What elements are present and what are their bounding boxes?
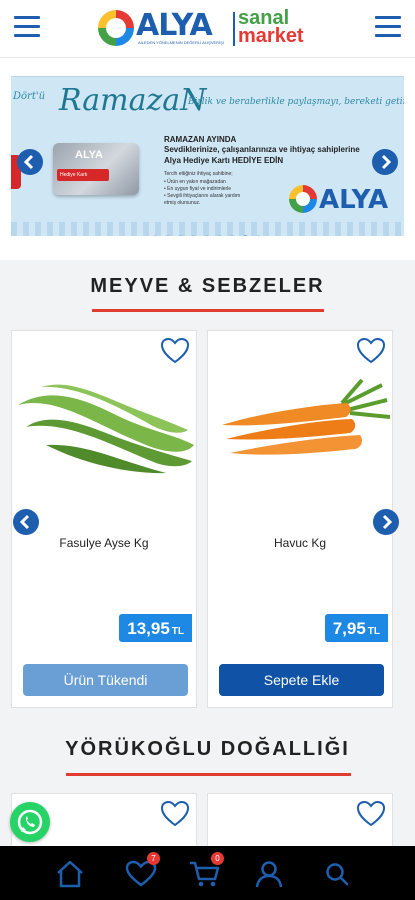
logo-market: market — [238, 25, 304, 47]
product-image-carrots[interactable] — [212, 375, 391, 475]
banner-line: Sevdiklerinize, çalışanlarınıza ve ihtiy… — [164, 145, 360, 154]
banner-note: • En uygun fiyat ve indirimlerle — [164, 186, 232, 192]
logo-text: ALYA — [136, 8, 213, 43]
banner-logo-text: ALYA — [319, 185, 389, 215]
banner-pattern — [11, 222, 404, 236]
logo-tagline: AİLEDEN YÖNELMENİN DEĞERLİ ALIŞVERİŞİ — [138, 40, 224, 45]
banner-heading: RAMAZAN AYINDA — [164, 135, 237, 144]
banner-slogan: Birlik ve beraberlikle paylaşmayı, berek… — [188, 97, 404, 107]
favorite-heart-icon[interactable] — [160, 337, 190, 365]
whatsapp-button[interactable] — [10, 802, 50, 842]
favorite-heart-icon[interactable] — [160, 800, 190, 828]
product-name[interactable]: Havuc Kg — [208, 536, 392, 550]
banner-note: Tercih ettiğiniz ihtiyaç sahibine; — [164, 171, 233, 177]
cart-badge: 0 — [211, 852, 224, 865]
section-underline — [66, 773, 351, 776]
products-prev-button[interactable] — [13, 509, 39, 535]
section-title: MEYVE & SEBZELER — [90, 275, 325, 297]
favorites-badge: 7 — [147, 852, 160, 865]
price-value: 7,95 — [332, 619, 366, 638]
gift-card-label: Hediye Kartı — [57, 169, 109, 181]
products-next-button[interactable] — [373, 509, 399, 535]
nav-cart[interactable]: 0 — [188, 852, 224, 890]
product-image-green-beans[interactable] — [16, 375, 194, 475]
banner-title: RamazaN — [59, 83, 207, 118]
user-icon — [255, 861, 283, 888]
logo-mark — [98, 10, 134, 46]
header: ALYA AİLEDEN YÖNELMENİN DEĞERLİ ALIŞVERİ… — [0, 0, 415, 58]
chevron-left-icon — [23, 154, 34, 170]
chevron-right-icon — [382, 514, 393, 530]
favorite-heart-icon[interactable] — [356, 800, 386, 828]
gift-card-brand: ALYA — [75, 149, 103, 161]
add-to-cart-button[interactable]: Sepete Ekle — [219, 664, 384, 696]
logo-divider — [233, 12, 235, 46]
product-name[interactable]: Fasulye Ayse Kg — [12, 536, 196, 550]
nav-search[interactable] — [320, 858, 354, 890]
product-card[interactable]: Havuc Kg 7,95 TL Sepete Ekle — [207, 330, 393, 708]
price-currency: TL — [367, 626, 380, 637]
nav-home[interactable] — [53, 858, 87, 890]
banner-note: • Sevgili ihtiyaçlarını alarak yardım — [164, 193, 241, 199]
favorite-heart-icon[interactable] — [356, 337, 386, 365]
banner-logo-mark — [289, 185, 317, 213]
nav-account[interactable] — [252, 858, 286, 890]
account-menu-icon[interactable] — [375, 16, 401, 38]
product-card[interactable] — [207, 793, 393, 853]
menu-icon[interactable] — [14, 16, 40, 38]
brand-logo[interactable]: ALYA AİLEDEN YÖNELMENİN DEĞERLİ ALIŞVERİ… — [98, 8, 318, 50]
section-title: YÖRÜKOĞLU DOĞALLIĞI — [65, 738, 350, 760]
banner-script: Dört'ü — [13, 91, 46, 102]
product-price: 7,95 TL — [324, 614, 388, 642]
banner-section: Dört'ü RamazaN Birlik ve beraberlikle pa… — [0, 58, 415, 260]
home-icon — [57, 860, 83, 888]
banner-note: etmiş olursunuz. — [164, 200, 201, 206]
section-underline — [92, 309, 324, 312]
bottom-navigation: 7 0 — [0, 846, 415, 900]
search-icon — [326, 863, 349, 886]
banner-note: • Ürün en yakın mağazadan — [164, 179, 226, 185]
price-value: 13,95 — [127, 619, 170, 638]
gift-card-image: ALYA Hediye Kartı — [53, 143, 139, 195]
chevron-left-icon — [19, 514, 30, 530]
whatsapp-icon — [17, 809, 43, 835]
product-price: 13,95 TL — [119, 614, 192, 642]
banner-prev-button[interactable] — [17, 149, 43, 175]
chevron-right-icon — [381, 154, 392, 170]
out-of-stock-button[interactable]: Ürün Tükendi — [23, 664, 188, 696]
banner-next-button[interactable] — [372, 149, 398, 175]
banner-logo: ALYA — [289, 185, 404, 215]
promo-banner[interactable]: Dört'ü RamazaN Birlik ve beraberlikle pa… — [11, 76, 404, 236]
price-currency: TL — [171, 626, 184, 637]
nav-favorites[interactable]: 7 — [124, 852, 160, 890]
banner-line: Alya Hediye Kartı HEDİYE EDİN — [164, 156, 284, 165]
